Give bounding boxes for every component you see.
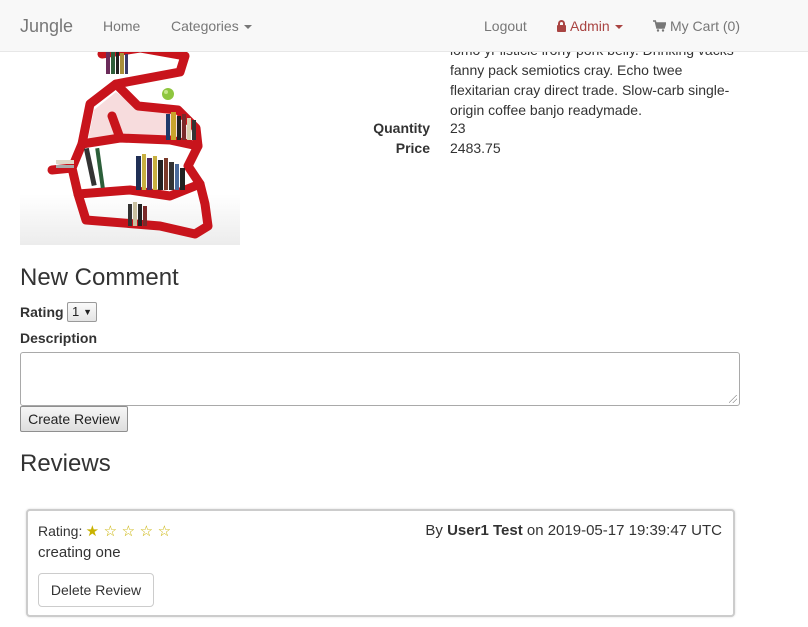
- nav-logout-link[interactable]: Logout: [484, 0, 527, 52]
- description-line: fanny pack semiotics cray. Echo twee: [450, 62, 683, 78]
- rating-stars: ★ ☆ ☆ ☆ ☆: [82, 523, 172, 540]
- star-empty-icon: ☆: [103, 523, 118, 540]
- description-line: origin coffee banjo readymade.: [450, 102, 642, 118]
- star-empty-icon: ☆: [139, 523, 154, 540]
- review-on-label: on: [526, 522, 544, 539]
- nav-admin-dropdown[interactable]: Admin: [557, 0, 623, 52]
- price-label: Price: [395, 140, 430, 156]
- review-card: Rating: ★ ☆ ☆ ☆ ☆ By User1 Test on 2019-05-17…: [26, 509, 735, 617]
- rating-select[interactable]: 1 ▼: [67, 302, 97, 322]
- quantity-label: Quantity: [373, 120, 430, 136]
- nav-cart-label: My Cart (0): [670, 18, 740, 34]
- reviews-heading: Reviews: [20, 450, 111, 477]
- review-rating: Rating: ★ ☆ ☆ ☆ ☆: [38, 522, 172, 540]
- new-comment-heading: New Comment: [20, 264, 179, 291]
- quantity-value: 23: [450, 120, 466, 136]
- star-empty-icon: ☆: [121, 523, 136, 540]
- review-author: User1 Test: [447, 522, 523, 539]
- review-rating-label: Rating:: [38, 523, 83, 539]
- nav-categories-dropdown[interactable]: Categories: [171, 0, 252, 52]
- description-label: Description: [20, 330, 98, 346]
- rating-label: Rating: [20, 304, 64, 320]
- brand-link[interactable]: Jungle: [20, 0, 73, 52]
- resize-handle-icon[interactable]: [729, 395, 737, 403]
- lock-icon: [557, 20, 566, 32]
- bookshelf-image: [20, 44, 240, 245]
- delete-review-button[interactable]: Delete Review: [38, 573, 154, 607]
- nav-categories-label: Categories: [171, 18, 239, 34]
- chevron-down-icon: [614, 25, 623, 30]
- nav-admin-label: Admin: [570, 18, 610, 34]
- review-date: 2019-05-17 19:39:47 UTC: [547, 522, 722, 539]
- review-by-label: By: [425, 522, 443, 539]
- shopping-cart-icon: [653, 20, 666, 32]
- product-image: [20, 44, 240, 245]
- description-line: flexitarian cray direct trade. Slow-carb…: [450, 82, 730, 98]
- chevron-down-icon: [243, 25, 252, 30]
- description-textarea[interactable]: [20, 352, 740, 406]
- rating-select-value: 1: [72, 304, 80, 319]
- navbar: Jungle Home Categories Logout Admin My C…: [0, 0, 808, 52]
- product-description: lomo yr listicle irony pork belly. Drink…: [450, 40, 750, 120]
- nav-home-link[interactable]: Home: [103, 0, 140, 52]
- star-filled-icon: ★: [85, 523, 100, 540]
- star-empty-icon: ☆: [157, 523, 172, 540]
- create-review-button[interactable]: Create Review: [20, 406, 128, 432]
- review-text: creating one: [38, 544, 121, 561]
- nav-cart-link[interactable]: My Cart (0): [653, 0, 740, 52]
- review-byline: By User1 Test on 2019-05-17 19:39:47 UTC: [425, 522, 722, 539]
- price-value: 2483.75: [450, 140, 501, 156]
- dropdown-arrow-icon: ▼: [83, 307, 92, 317]
